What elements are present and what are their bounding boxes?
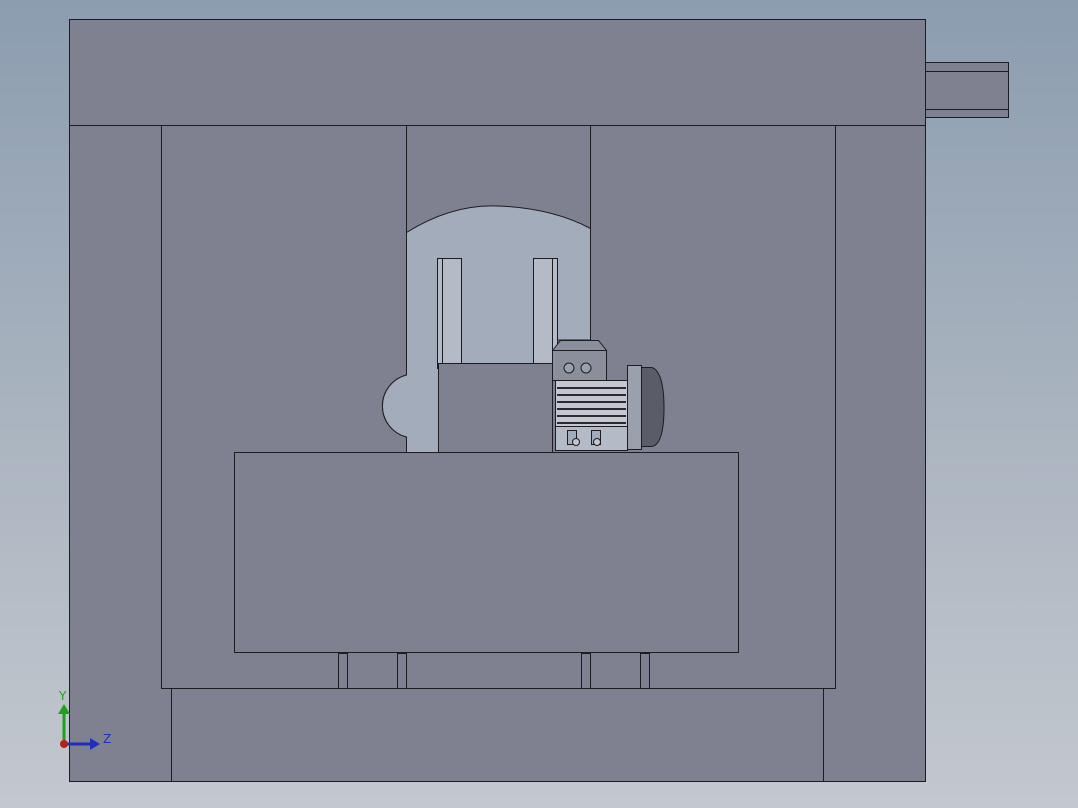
z-axis-label: Z (103, 732, 111, 746)
leg-4 (640, 653, 650, 689)
cad-viewport[interactable]: Y Z (0, 0, 1078, 808)
gearbox-block (438, 363, 553, 453)
motor-end-cover (627, 365, 642, 450)
y-axis-label: Y (58, 689, 67, 703)
side-rail (925, 62, 1009, 118)
leg-2 (397, 653, 407, 689)
leg-1 (338, 653, 348, 689)
leg-3 (581, 653, 591, 689)
guide-post-left (437, 258, 462, 369)
motor-fan-cowl (641, 367, 665, 447)
lower-table (234, 452, 739, 653)
